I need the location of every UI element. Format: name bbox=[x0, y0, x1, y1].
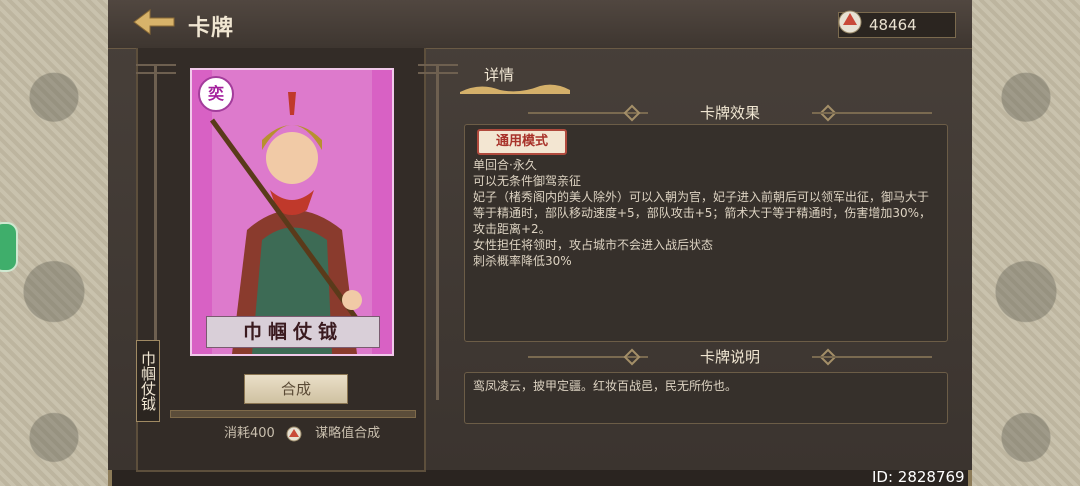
currency-display: 48464 bbox=[838, 10, 956, 38]
user-id: ID: 2828769 bbox=[872, 468, 965, 486]
page-title: 卡牌 bbox=[188, 16, 235, 41]
back-button[interactable] bbox=[132, 8, 176, 36]
currency-value: 48464 bbox=[869, 16, 917, 34]
effect-line: 刺杀概率降低30% bbox=[473, 254, 572, 268]
effect-lines: 单回合·永久 可以无条件御驾亲征 妃子（楮秀阁内的美人除外）可以入朝为官，妃子进… bbox=[473, 157, 933, 269]
desc-box: 鸾凤凌云，披甲定疆。红妆百战邑，民无所伤也。 bbox=[464, 372, 948, 424]
right-pole bbox=[436, 66, 439, 400]
tab-details-label: 详情 bbox=[484, 66, 515, 84]
side-tab-handle[interactable] bbox=[0, 222, 18, 272]
cost-icon bbox=[286, 426, 302, 441]
synthesis-progress-bar bbox=[170, 410, 416, 418]
mode-tag: 通用模式 bbox=[477, 129, 567, 155]
header-bar: 卡牌 48464 bbox=[108, 0, 972, 49]
cost-label: 消耗400 bbox=[224, 426, 275, 441]
tab-details[interactable]: 详情 bbox=[460, 62, 570, 94]
diamond-icon bbox=[623, 104, 641, 122]
back-arrow-icon bbox=[133, 9, 175, 35]
card-image[interactable]: 奕 巾帼仗钺 bbox=[190, 68, 394, 356]
diamond-icon bbox=[623, 348, 641, 366]
tab-underline-wave bbox=[460, 84, 570, 94]
left-decor-border bbox=[0, 0, 112, 486]
effect-line: 女性担任将领时，攻占城市不会进入战后状态 bbox=[473, 238, 714, 252]
cost-suffix: 谋略值合成 bbox=[315, 426, 381, 441]
right-decor-border bbox=[968, 0, 1080, 486]
effect-section-header: 卡牌效果 bbox=[508, 102, 952, 124]
desc-text: 鸾凤凌云，披甲定疆。红妆百战邑，民无所伤也。 bbox=[473, 379, 738, 393]
effect-line: 妃子（楮秀阁内的美人除外）可以入朝为官，妃子进入前朝后可以领军出征，御马大于等于… bbox=[473, 190, 932, 236]
currency-icon bbox=[838, 10, 862, 34]
desc-section-header: 卡牌说明 bbox=[508, 346, 952, 368]
effect-line: 单回合·永久 bbox=[473, 158, 537, 172]
card-rarity-badge: 奕 bbox=[198, 76, 234, 112]
warrior-illustration bbox=[192, 70, 392, 354]
header-line-right bbox=[812, 356, 932, 358]
cost-row: 消耗400 谋略值合成 bbox=[224, 422, 380, 442]
desc-section-title: 卡牌说明 bbox=[699, 348, 760, 366]
card-panel: 卡牌 48464 巾帼仗钺 奕 巾帼仗钺 合成 消耗400 谋略值合成 详情 卡… bbox=[108, 0, 972, 472]
effect-box: 通用模式 单回合·永久 可以无条件御驾亲征 妃子（楮秀阁内的美人除外）可以入朝为… bbox=[464, 124, 948, 342]
card-name: 巾帼仗钺 bbox=[206, 316, 380, 348]
effect-section-title: 卡牌效果 bbox=[699, 104, 760, 122]
header-line-right bbox=[812, 112, 932, 114]
effect-line: 可以无条件御驾亲征 bbox=[473, 174, 582, 188]
synthesize-button[interactable]: 合成 bbox=[244, 374, 348, 404]
card-vertical-name: 巾帼仗钺 bbox=[136, 340, 160, 422]
